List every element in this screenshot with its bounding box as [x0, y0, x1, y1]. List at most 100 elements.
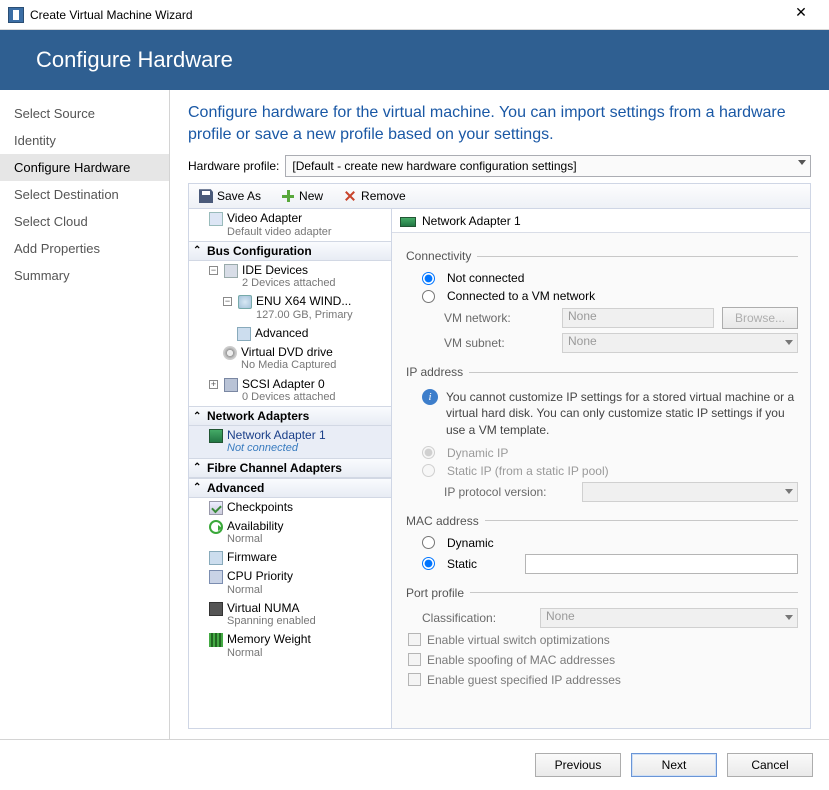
hardware-toolbar: Save As New Remove [188, 183, 811, 209]
next-button[interactable]: Next [631, 753, 717, 777]
window-title: Create Virtual Machine Wizard [30, 8, 193, 22]
step-select-cloud[interactable]: Select Cloud [0, 208, 169, 235]
tree-numa[interactable]: Virtual NUMASpanning enabled [189, 599, 391, 631]
tree-availability[interactable]: AvailabilityNormal [189, 517, 391, 549]
radio-dynamic-ip [422, 446, 435, 459]
tree-cat-advanced[interactable]: ⌃Advanced [189, 478, 391, 498]
firmware-icon [209, 551, 223, 565]
app-icon [8, 7, 24, 23]
vm-network-field: None [562, 308, 714, 328]
wizard-footer: Previous Next Cancel [0, 740, 829, 790]
nic-icon [209, 429, 223, 443]
chevron-down-icon [785, 340, 793, 345]
save-icon [199, 189, 213, 203]
plus-icon [281, 189, 295, 203]
scsi-icon [224, 378, 238, 392]
vm-network-label: VM network: [444, 311, 554, 325]
checkbox-icon [408, 673, 421, 686]
cd-icon [223, 346, 237, 360]
wizard-steps: Select Source Identity Configure Hardwar… [0, 90, 170, 739]
page-banner: Configure Hardware [0, 30, 829, 90]
classification-label: Classification: [422, 611, 532, 625]
detail-header: Network Adapter 1 [392, 209, 810, 233]
radio-not-connected[interactable] [422, 272, 435, 285]
group-connectivity-legend: Connectivity [404, 249, 477, 263]
window-close-button[interactable]: ✕ [781, 4, 821, 21]
chk-mac-spoofing: Enable spoofing of MAC addresses [404, 650, 798, 670]
tree-disk[interactable]: − ENU X64 WIND...127.00 GB, Primary [189, 292, 391, 324]
detail-title: Network Adapter 1 [422, 214, 521, 228]
ide-icon [224, 264, 238, 278]
step-select-source[interactable]: Select Source [0, 100, 169, 127]
delete-icon [343, 189, 357, 203]
chk-guest-ip: Enable guest specified IP addresses [404, 670, 798, 690]
availability-icon [209, 520, 223, 534]
collapse-icon: ⌃ [193, 411, 203, 422]
classification-combo: None [540, 608, 798, 628]
group-port-profile: Port profile Classification: None Enable… [404, 586, 798, 692]
numa-icon [209, 602, 223, 616]
memory-icon [209, 633, 223, 647]
window-titlebar: Create Virtual Machine Wizard ✕ [0, 0, 829, 30]
page-heading: Configure Hardware [36, 47, 233, 73]
collapse-icon: ⌃ [193, 482, 203, 493]
tree-video-adapter[interactable]: Video AdapterDefault video adapter [189, 209, 391, 241]
expand-icon[interactable]: − [209, 266, 218, 275]
radio-connected-vm-network[interactable] [422, 290, 435, 303]
remove-button[interactable]: Remove [339, 189, 410, 203]
video-icon [209, 212, 223, 226]
vm-subnet-label: VM subnet: [444, 336, 554, 350]
hardware-profile-value: [Default - create new hardware configura… [292, 159, 576, 173]
radio-mac-dynamic[interactable] [422, 536, 435, 549]
tree-ide-devices[interactable]: − IDE Devices2 Devices attached [189, 261, 391, 293]
group-mac: MAC address Dynamic Static [404, 514, 798, 578]
tree-dvd[interactable]: Virtual DVD driveNo Media Captured [189, 343, 391, 375]
radio-static-ip [422, 464, 435, 477]
previous-button[interactable]: Previous [535, 753, 621, 777]
saveas-button[interactable]: Save As [195, 189, 265, 203]
tree-cat-fc[interactable]: ⌃Fibre Channel Adapters [189, 458, 391, 478]
tree-firmware[interactable]: Firmware [189, 548, 391, 567]
step-select-destination[interactable]: Select Destination [0, 181, 169, 208]
ip-proto-combo [582, 482, 798, 502]
tree-cpu-priority[interactable]: CPU PriorityNormal [189, 567, 391, 599]
tree-cat-bus[interactable]: ⌃Bus Configuration [189, 241, 391, 261]
tree-disk-advanced[interactable]: Advanced [189, 324, 391, 343]
expand-icon[interactable]: + [209, 380, 218, 389]
group-connectivity: Connectivity Not connected Connected to … [404, 249, 798, 357]
chk-vswitch-opt: Enable virtual switch optimizations [404, 630, 798, 650]
nic-icon [400, 217, 416, 227]
info-icon: i [422, 389, 438, 405]
collapse-icon: ⌃ [193, 462, 203, 473]
chevron-down-icon [785, 489, 793, 494]
step-add-properties[interactable]: Add Properties [0, 235, 169, 262]
disk-icon [238, 295, 252, 309]
hardware-tree[interactable]: Video AdapterDefault video adapter ⌃Bus … [189, 209, 392, 728]
vm-subnet-combo: None [562, 333, 798, 353]
group-ip: IP address i You cannot customize IP set… [404, 365, 798, 506]
step-summary[interactable]: Summary [0, 262, 169, 289]
chevron-down-icon [785, 615, 793, 620]
group-port-legend: Port profile [404, 586, 470, 600]
hardware-profile-combo[interactable]: [Default - create new hardware configura… [285, 155, 811, 177]
group-ip-legend: IP address [404, 365, 469, 379]
intro-text: Configure hardware for the virtual machi… [188, 102, 811, 145]
cancel-button[interactable]: Cancel [727, 753, 813, 777]
expand-icon[interactable]: − [223, 297, 232, 306]
tree-cat-network[interactable]: ⌃Network Adapters [189, 406, 391, 426]
tree-nic1[interactable]: Network Adapter 1Not connected [189, 426, 391, 458]
checkbox-icon [408, 633, 421, 646]
browse-button: Browse... [722, 307, 798, 329]
radio-mac-static[interactable] [422, 557, 435, 570]
ip-proto-label: IP protocol version: [444, 485, 574, 499]
tree-scsi[interactable]: + SCSI Adapter 00 Devices attached [189, 375, 391, 407]
step-configure-hardware[interactable]: Configure Hardware [0, 154, 169, 181]
mac-address-field[interactable] [525, 554, 798, 574]
new-button[interactable]: New [277, 189, 327, 203]
tree-checkpoints[interactable]: Checkpoints [189, 498, 391, 517]
detail-panel: Network Adapter 1 Connectivity Not conne… [392, 209, 810, 728]
step-identity[interactable]: Identity [0, 127, 169, 154]
collapse-icon: ⌃ [193, 245, 203, 256]
tree-memory-weight[interactable]: Memory WeightNormal [189, 630, 391, 662]
page-icon [237, 327, 251, 341]
